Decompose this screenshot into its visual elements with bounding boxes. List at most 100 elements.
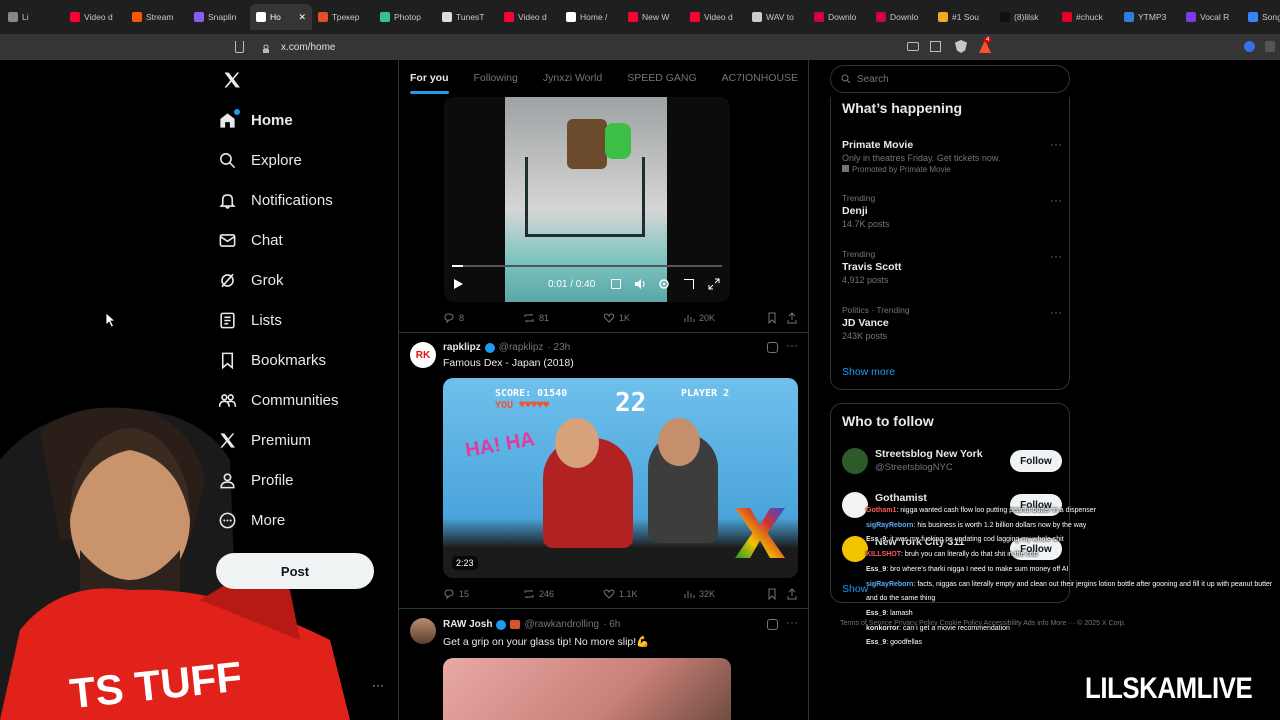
suggestion-avatar[interactable] (842, 448, 868, 474)
tweet3-media[interactable] (443, 658, 731, 720)
browser-tab[interactable]: Video d (684, 4, 746, 30)
feed-tab[interactable]: For you (410, 72, 449, 94)
cast-icon[interactable] (907, 42, 919, 51)
pip-icon[interactable] (684, 279, 694, 289)
browser-tab[interactable]: YTMP3 (1118, 4, 1180, 30)
bookmark-button[interactable] (766, 588, 778, 600)
nav-item-communities[interactable]: Communities (218, 382, 339, 418)
nav-item-explore[interactable]: Explore (218, 142, 302, 178)
repost-button[interactable]: 81 (523, 312, 549, 324)
x-logo[interactable] (222, 70, 242, 90)
feed-tab[interactable]: Jynxzi World (543, 72, 602, 84)
tweet2-more-icon[interactable]: ··· (786, 338, 798, 352)
feed-tab[interactable]: Following (474, 72, 518, 84)
browser-tab[interactable]: Video d (64, 4, 126, 30)
browser-tab[interactable]: Photop (374, 4, 436, 30)
tweet3-more-icon[interactable]: ··· (786, 615, 798, 629)
brave-shield-icon[interactable] (955, 40, 967, 53)
browser-tab[interactable]: New W (622, 4, 684, 30)
views-button[interactable]: 32K (683, 588, 715, 600)
author-handle[interactable]: @rapklipz (499, 342, 544, 353)
browser-tab[interactable]: Video d (498, 4, 560, 30)
browser-tab[interactable]: #1 Sou (932, 4, 994, 30)
tweet3-avatar[interactable] (410, 618, 436, 644)
show-more-link[interactable]: Show more (842, 366, 895, 378)
tweet2-media[interactable]: SCORE: 01540 YOU ♥♥♥♥♥ 22 PLAYER 2 HA! H… (443, 378, 798, 578)
browser-tab[interactable]: Downlo (808, 4, 870, 30)
video-player[interactable]: 0:01 / 0:40 (444, 97, 730, 302)
bookmark-page-icon[interactable] (235, 41, 244, 53)
browser-tab[interactable]: Snaplin (188, 4, 250, 30)
share-button[interactable] (786, 312, 798, 324)
grok-explain-icon[interactable] (767, 619, 778, 630)
browser-tab[interactable]: Downlo (870, 4, 932, 30)
repost-button[interactable]: 246 (523, 588, 554, 600)
nav-item-home[interactable]: Home (218, 102, 293, 138)
feed-tab[interactable]: SPEED GANG (627, 72, 696, 84)
captions-icon[interactable] (611, 279, 621, 289)
browser-tab[interactable]: Vocal R (1180, 4, 1242, 30)
nav-item-profile[interactable]: Profile (218, 462, 294, 498)
browser-tab[interactable]: Song K (1242, 4, 1280, 30)
reply-button[interactable]: 15 (443, 588, 469, 600)
like-button[interactable]: 1.1K (603, 588, 638, 600)
url-text[interactable]: x.com/home (281, 42, 335, 53)
nav-item-bookmarks[interactable]: Bookmarks (218, 342, 326, 378)
search-box[interactable]: Search (830, 65, 1070, 93)
share-icon[interactable] (930, 41, 941, 52)
post-button[interactable]: Post (216, 553, 374, 589)
tweet-time[interactable]: · 23h (547, 342, 570, 353)
suggestion-name[interactable]: Gothamist (875, 492, 927, 504)
browser-tab[interactable]: WAV to (746, 4, 808, 30)
trend-more-icon[interactable]: ··· (1050, 249, 1062, 263)
browser-tab[interactable]: #chuck (1056, 4, 1118, 30)
author-name[interactable]: RAW Josh (443, 619, 492, 630)
author-handle[interactable]: @rawkandrolling (524, 619, 599, 630)
nav-item-lists[interactable]: Lists (218, 302, 282, 338)
trend-item[interactable]: Trending Denji 14.7K posts ··· (842, 193, 1062, 229)
extensions-puzzle-icon[interactable] (1265, 41, 1275, 52)
volume-icon[interactable] (634, 278, 646, 293)
follow-button[interactable]: Follow (1010, 450, 1062, 472)
grok-explain-icon[interactable] (767, 342, 778, 353)
browser-tab[interactable]: Li (2, 4, 64, 30)
browser-tab[interactable]: Трекер (312, 4, 374, 30)
play-icon[interactable] (452, 278, 464, 293)
nav-item-more[interactable]: More (218, 502, 285, 538)
settings-icon[interactable] (658, 278, 670, 293)
like-button[interactable]: 1K (603, 312, 630, 324)
follow-suggestion[interactable]: Streetsblog New York @StreetsblogNYC Follo… (842, 446, 1062, 482)
trend-item[interactable]: Politics · Trending JD Vance 243K posts ··· (842, 305, 1062, 341)
share-button[interactable] (786, 588, 798, 600)
trend-more-icon[interactable]: ··· (1050, 193, 1062, 207)
browser-tab[interactable]: TunesT (436, 4, 498, 30)
trend-more-icon[interactable]: ··· (1050, 305, 1062, 319)
reply-button[interactable]: 8 (443, 312, 464, 324)
nav-item-chat[interactable]: Chat (218, 222, 283, 258)
bookmark-button[interactable] (766, 312, 778, 324)
site-info-icon[interactable] (262, 41, 270, 53)
fullscreen-icon[interactable] (708, 278, 720, 293)
views-button[interactable]: 20K (683, 312, 715, 324)
trend-item[interactable]: Trending Travis Scott 4,912 posts ··· (842, 249, 1062, 285)
trend-item[interactable]: Primate Movie Only in theatres Friday. Ge… (842, 137, 1062, 174)
nav-item-grok[interactable]: Grok (218, 262, 284, 298)
extension-icon[interactable] (1244, 41, 1255, 52)
nav-item-premium[interactable]: Premium (218, 422, 311, 458)
author-name[interactable]: rapklipz (443, 342, 481, 353)
tweet2-avatar[interactable]: RK (410, 342, 436, 368)
account-menu-icon[interactable]: ··· (372, 678, 384, 692)
feed-tab[interactable]: AC7IONHOUSE (722, 72, 798, 84)
nav-item-notifications[interactable]: Notifications (218, 182, 333, 218)
chat-username: sigRayReborn (866, 580, 914, 588)
video-progress-bar[interactable] (452, 265, 722, 267)
trend-more-icon[interactable]: ··· (1050, 137, 1062, 151)
more-circle-icon (219, 512, 236, 528)
browser-tab[interactable]: (8)lilsk (994, 4, 1056, 30)
suggestion-name[interactable]: Streetsblog New York (875, 448, 983, 460)
tweet-time[interactable]: · 6h (603, 619, 620, 630)
close-tab-icon[interactable]: ✕ (298, 12, 306, 23)
browser-tab[interactable]: Home / (560, 4, 622, 30)
browser-tab[interactable]: Ho ✕ (250, 4, 312, 30)
browser-tab[interactable]: Stream (126, 4, 188, 30)
